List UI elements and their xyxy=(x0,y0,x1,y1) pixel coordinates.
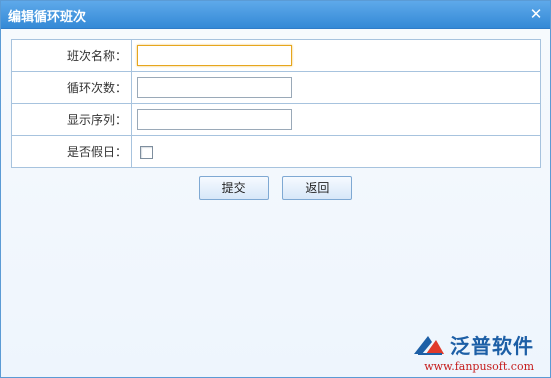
holiday-label: 是否假日： xyxy=(11,135,132,168)
form-table: 班次名称： 循环次数： 显示序列： 是否假日： xyxy=(11,39,541,168)
display-order-label: 显示序列： xyxy=(11,103,132,136)
form-row-shift-name: 班次名称： xyxy=(11,39,541,72)
brand-name: 泛普软件 xyxy=(450,334,534,358)
submit-button[interactable]: 提交 xyxy=(198,176,269,200)
button-bar: 提交 返回 xyxy=(1,176,550,200)
brand-url: www.fanpusoft.com xyxy=(424,360,534,373)
cycle-count-input[interactable] xyxy=(137,77,292,98)
brand-block: 泛普软件 xyxy=(412,330,534,359)
shift-name-label: 班次名称： xyxy=(11,39,132,72)
holiday-checkbox[interactable] xyxy=(140,145,153,159)
dialog-window: 编辑循环班次 ✕ 班次名称： 循环次数： 显示序列： 是否假日： 提交 返回 泛… xyxy=(0,0,551,378)
display-order-input[interactable] xyxy=(137,109,292,130)
form-row-cycle-count: 循环次数： xyxy=(11,71,541,104)
form-row-display-order: 显示序列： xyxy=(11,103,541,136)
fanpu-logo-icon xyxy=(414,335,444,355)
cycle-count-label: 循环次数： xyxy=(11,71,132,104)
dialog-title: 编辑循环班次 xyxy=(8,10,87,25)
close-icon[interactable]: ✕ xyxy=(528,6,544,22)
form-row-holiday: 是否假日： xyxy=(11,135,541,168)
shift-name-input[interactable] xyxy=(137,45,292,66)
dialog-titlebar[interactable]: 编辑循环班次 ✕ xyxy=(1,1,550,29)
back-button[interactable]: 返回 xyxy=(282,176,353,200)
